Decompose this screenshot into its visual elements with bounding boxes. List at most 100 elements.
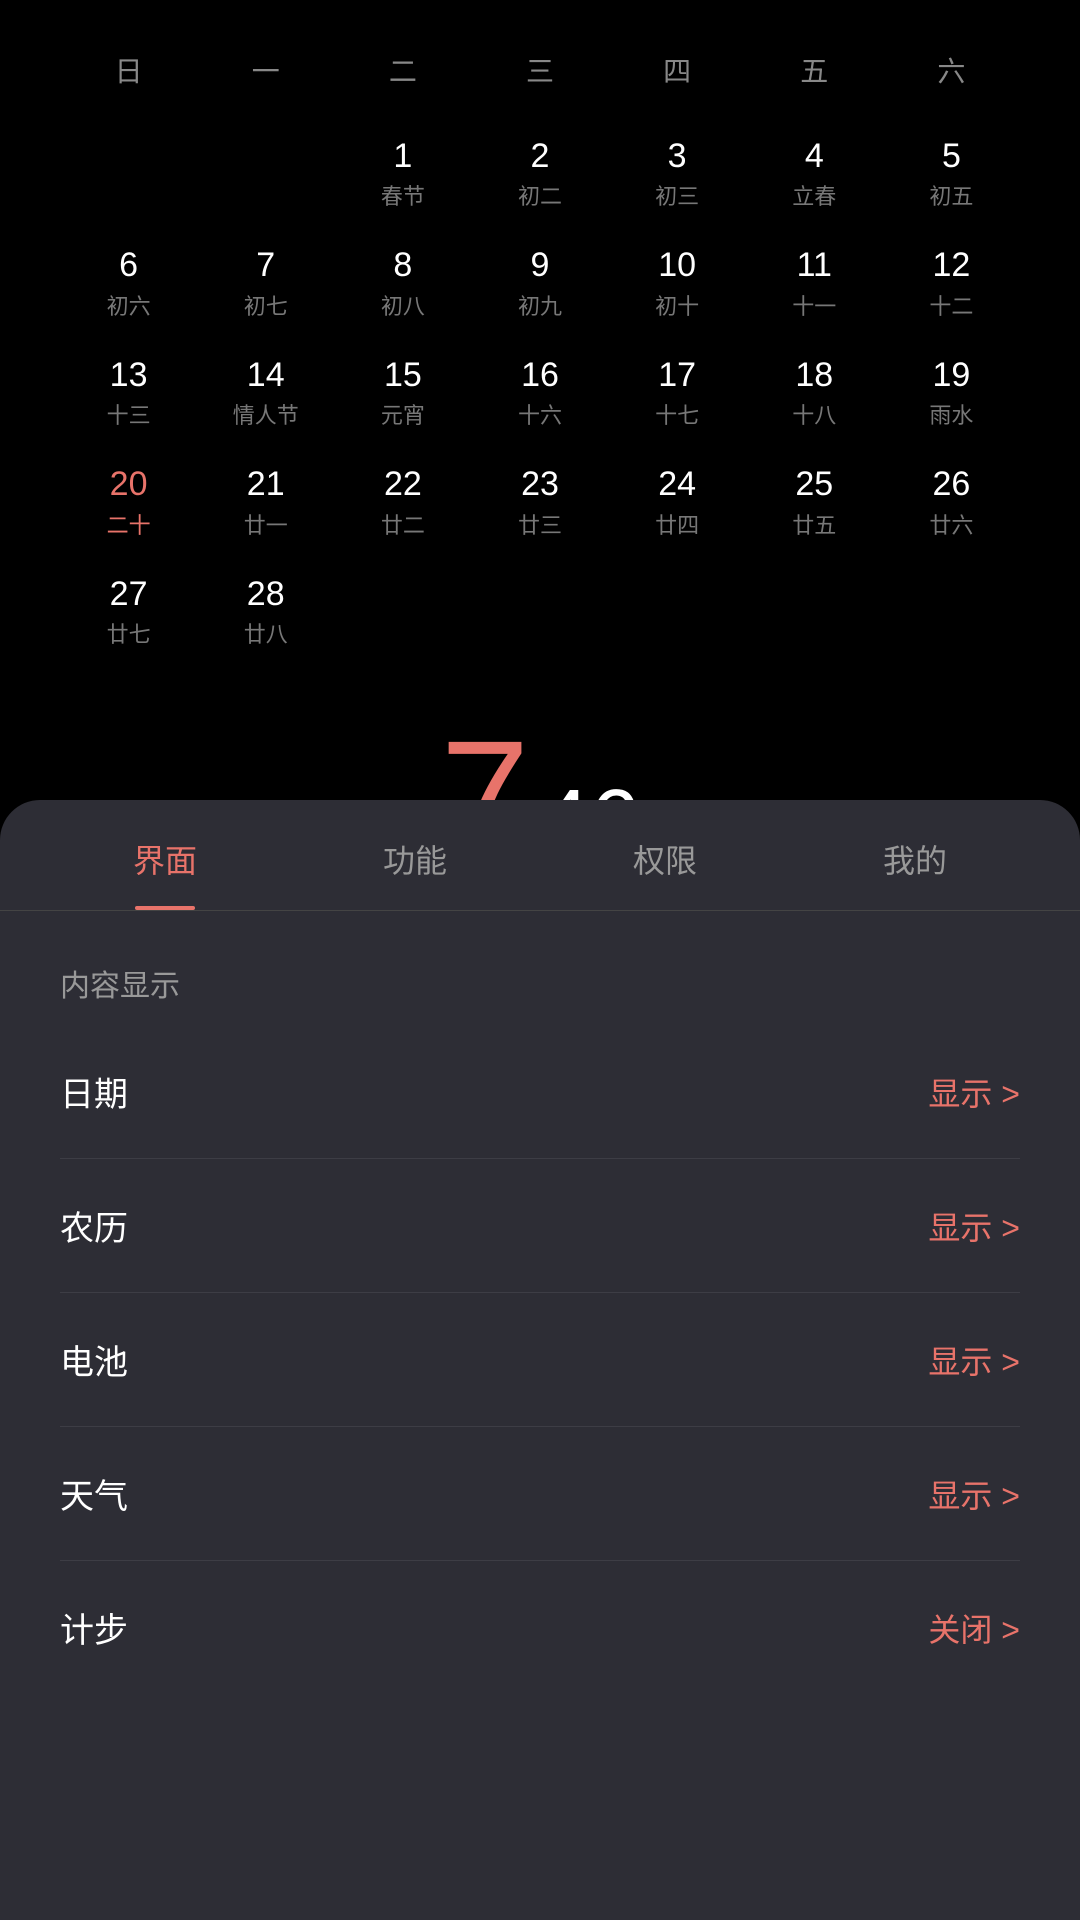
day-lunar: 廿四	[655, 508, 699, 540]
calendar-day[interactable]: 25 廿五	[746, 448, 883, 557]
day-lunar: 初八	[381, 289, 425, 321]
day-lunar: 情人节	[233, 398, 299, 430]
calendar-day	[334, 558, 471, 667]
calendar-day[interactable]: 6 初六	[60, 229, 197, 338]
day-lunar: 廿七	[107, 617, 151, 649]
day-lunar: 元宵	[381, 398, 425, 430]
day-lunar: 十八	[792, 398, 836, 430]
settings-item-label: 计步	[60, 1603, 128, 1652]
day-lunar: 初六	[107, 289, 151, 321]
calendar-day[interactable]: 4 立春	[746, 120, 883, 229]
calendar-day[interactable]: 19雨水	[883, 339, 1020, 448]
day-lunar: 春节	[381, 179, 425, 211]
tab-mine[interactable]: 我的	[790, 800, 1040, 910]
day-number: 28	[247, 576, 285, 613]
day-lunar: 雨水	[929, 398, 973, 430]
calendar-day[interactable]: 12十二	[883, 229, 1020, 338]
calendar-day[interactable]: 22 廿二	[334, 448, 471, 557]
settings-item[interactable]: 电池显示 >	[60, 1293, 1020, 1427]
day-lunar: 初二	[518, 179, 562, 211]
tab-permission[interactable]: 权限	[540, 800, 790, 910]
day-number: 23	[521, 466, 559, 503]
day-number: 11	[797, 247, 832, 284]
calendar-day[interactable]: 3 初三	[609, 120, 746, 229]
day-number: 6	[119, 247, 138, 284]
settings-item-label: 电池	[60, 1335, 128, 1384]
calendar-day[interactable]: 26廿六	[883, 448, 1020, 557]
settings-section: 内容显示 日期显示 >农历显示 >电池显示 >天气显示 >计步关闭 >	[0, 911, 1080, 1714]
settings-item[interactable]: 农历 显示 >	[60, 1159, 1020, 1293]
day-number: 14	[247, 357, 285, 394]
day-lunar: 初三	[655, 179, 699, 211]
settings-item[interactable]: 天气 显示 >	[60, 1427, 1020, 1561]
calendar-header-cell: 六	[883, 40, 1020, 100]
tab-interface[interactable]: 界面	[40, 800, 290, 910]
day-lunar: 十六	[518, 398, 562, 430]
tab-function[interactable]: 功能	[290, 800, 540, 910]
calendar-header-cell: 一	[197, 40, 334, 100]
settings-item-value: 显示 >	[928, 1203, 1020, 1249]
calendar-day[interactable]: 11 十一	[746, 229, 883, 338]
calendar-day	[471, 558, 608, 667]
day-lunar: 廿五	[792, 508, 836, 540]
settings-item[interactable]: 计步 关闭 >	[60, 1561, 1020, 1694]
day-number: 20	[110, 466, 148, 503]
calendar-day[interactable]: 14 情人节	[197, 339, 334, 448]
calendar-section: 日一二三四五六 1春节2初二3初三4立春5初五6初六7初七8初八9初九10初十1…	[0, 0, 1080, 687]
calendar-day[interactable]: 7初七	[197, 229, 334, 338]
tabs: 界面 功能 权限 我的	[0, 800, 1080, 911]
day-lunar: 十一	[792, 289, 836, 321]
calendar-day[interactable]: 2 初二	[471, 120, 608, 229]
day-number: 5	[942, 138, 961, 175]
day-lunar: 廿一	[244, 508, 288, 540]
settings-list: 日期显示 >农历显示 >电池显示 >天气显示 >计步关闭 >	[60, 1025, 1020, 1694]
day-number: 2	[531, 138, 550, 175]
day-lunar: 廿二	[381, 508, 425, 540]
calendar-day[interactable]: 16十六	[471, 339, 608, 448]
calendar-day[interactable]: 5初五	[883, 120, 1020, 229]
calendar-day[interactable]: 1 春节	[334, 120, 471, 229]
day-lunar: 廿六	[929, 508, 973, 540]
day-lunar: 十三	[107, 398, 151, 430]
calendar-day[interactable]: 17十七	[609, 339, 746, 448]
calendar-day[interactable]: 28 廿八	[197, 558, 334, 667]
day-number: 4	[805, 138, 824, 175]
calendar-header-cell: 四	[609, 40, 746, 100]
calendar-day[interactable]: 15元宵	[334, 339, 471, 448]
settings-item-label: 农历	[60, 1201, 128, 1250]
settings-item-label: 天气	[60, 1469, 128, 1518]
day-number: 18	[795, 357, 833, 394]
calendar-day	[609, 558, 746, 667]
day-lunar: 立春	[792, 179, 836, 211]
calendar-day[interactable]: 13 十三	[60, 339, 197, 448]
day-lunar: 初九	[518, 289, 562, 321]
day-number: 22	[384, 466, 422, 503]
day-lunar: 廿八	[244, 617, 288, 649]
calendar-day[interactable]: 27廿七	[60, 558, 197, 667]
calendar-day[interactable]: 9 初九	[471, 229, 608, 338]
day-number: 8	[393, 247, 412, 284]
day-lunar: 十二	[929, 289, 973, 321]
day-number: 9	[531, 247, 550, 284]
calendar-day[interactable]: 20二十	[60, 448, 197, 557]
calendar-grid: 1春节2初二3初三4立春5初五6初六7初七8初八9初九10初十11十一12十二1…	[60, 120, 1020, 667]
calendar-day	[746, 558, 883, 667]
settings-item[interactable]: 日期显示 >	[60, 1025, 1020, 1159]
calendar-day[interactable]: 21廿一	[197, 448, 334, 557]
calendar-day[interactable]: 18 十八	[746, 339, 883, 448]
calendar-header-cell: 五	[746, 40, 883, 100]
section-title: 内容显示	[60, 961, 1020, 1005]
day-number: 3	[668, 138, 687, 175]
settings-item-value: 显示 >	[928, 1471, 1020, 1517]
settings-item-value: 关闭 >	[928, 1605, 1020, 1651]
calendar-day[interactable]: 8 初八	[334, 229, 471, 338]
day-number: 1	[393, 138, 412, 175]
calendar-day[interactable]: 24 廿四	[609, 448, 746, 557]
day-number: 24	[658, 466, 696, 503]
calendar-day[interactable]: 23廿三	[471, 448, 608, 557]
day-number: 13	[110, 357, 148, 394]
day-number: 25	[795, 466, 833, 503]
calendar-day[interactable]: 10初十	[609, 229, 746, 338]
calendar-day	[883, 558, 1020, 667]
settings-item-value: 显示 >	[928, 1069, 1020, 1115]
